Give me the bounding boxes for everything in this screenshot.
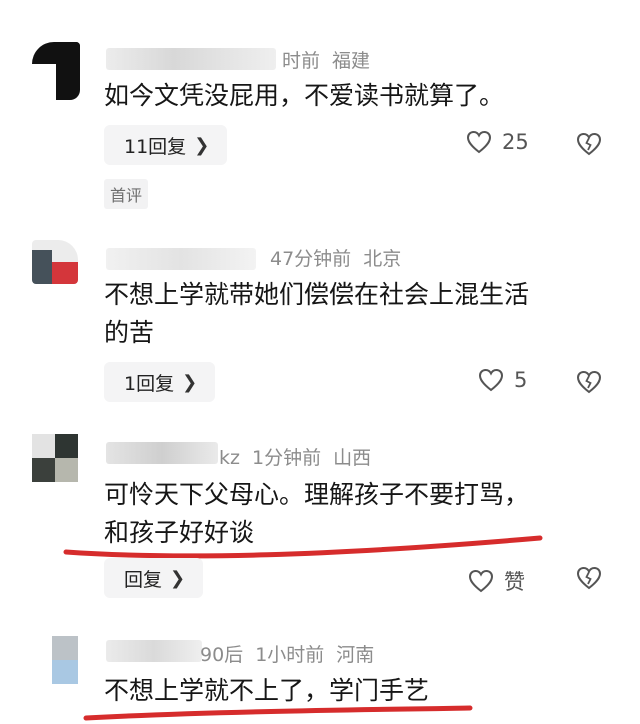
comment-region: 河南 [336, 644, 375, 666]
reply-button[interactable]: 1回复 ❯ [104, 362, 216, 402]
heart-outline-icon [478, 368, 504, 392]
comment-text: 不想上学就带她们偿偿在社会上混生活 的苦 [104, 276, 529, 352]
username-blurred[interactable] [106, 248, 256, 270]
username-blurred[interactable] [106, 640, 202, 662]
comment-text-line: 不想上学就带她们偿偿在社会上混生活 [104, 280, 530, 309]
username-blurred[interactable] [106, 48, 276, 70]
comment-time: 47分钟前 [270, 248, 352, 270]
like-button[interactable]: 25 [466, 130, 529, 154]
comment-region: 山西 [333, 447, 372, 469]
red-underline-annotation [83, 705, 473, 721]
comment-item: 47分钟前 北京 不想上学就带她们偿偿在社会上混生活 的苦 1回复 ❯ 5 [0, 218, 640, 418]
reply-button[interactable]: 11回复 ❯ [104, 125, 228, 165]
broken-heart-icon [576, 566, 602, 590]
chevron-right-icon: ❯ [170, 567, 186, 589]
comment-region: 福建 [332, 50, 371, 72]
comment-time: 1分钟前 [251, 447, 322, 469]
like-button[interactable]: 赞 [468, 566, 525, 596]
avatar[interactable] [32, 42, 80, 100]
broken-heart-icon [576, 132, 602, 156]
dislike-button[interactable] [576, 370, 602, 398]
username-blurred[interactable] [106, 442, 218, 464]
heart-outline-icon [468, 569, 494, 593]
heart-outline-icon [466, 130, 492, 154]
commenter-name-tail: 90后 [200, 644, 244, 666]
reply-label: 11回复 [124, 135, 187, 158]
dislike-button[interactable] [576, 566, 602, 594]
comment-meta: 90后 1小时前 河南 [200, 640, 374, 667]
comment-time: 时前 [282, 50, 321, 72]
like-count: 25 [502, 130, 529, 154]
chevron-right-icon: ❯ [194, 134, 210, 156]
comment-meta: kz 1分钟前 山西 [219, 443, 371, 470]
comment-meta: 时前 福建 [282, 46, 370, 73]
dislike-button[interactable] [576, 132, 602, 160]
commenter-name-tail: kz [219, 447, 240, 469]
chevron-right-icon: ❯ [182, 371, 198, 393]
comment-text-line: 可怜天下父母心。理解孩子不要打骂， [104, 480, 530, 509]
reply-label: 回复 [124, 568, 163, 591]
like-button[interactable]: 5 [478, 368, 527, 392]
like-count: 5 [514, 368, 528, 392]
like-count: 赞 [504, 570, 525, 594]
comment-text-line: 如今文凭没屁用，不爱读书就算了。 [104, 81, 505, 110]
comment-region: 北京 [363, 248, 402, 270]
reply-label: 1回复 [124, 372, 175, 395]
comment-item: 时前 福建 如今文凭没屁用，不爱读书就算了。 11回复 ❯ 25 首评 [0, 0, 640, 218]
comment-text: 如今文凭没屁用，不爱读书就算了。 [104, 77, 504, 115]
comment-text-line: 的苦 [104, 318, 155, 347]
first-comment-tag: 首评 [104, 179, 149, 209]
comment-time: 1小时前 [255, 644, 325, 666]
comment-meta: 47分钟前 北京 [270, 244, 401, 271]
red-underline-annotation [63, 535, 543, 559]
avatar[interactable] [52, 636, 78, 684]
avatar[interactable] [32, 434, 78, 482]
reply-button[interactable]: 回复 ❯ [104, 558, 204, 598]
comment-item: 90后 1小时前 河南 不想上学就不上了，学门手艺 [0, 616, 640, 724]
avatar[interactable] [32, 240, 78, 284]
broken-heart-icon [576, 370, 602, 394]
comment-item: kz 1分钟前 山西 可怜天下父母心。理解孩子不要打骂， 和孩子好好谈 回复 ❯ 赞 [0, 418, 640, 616]
